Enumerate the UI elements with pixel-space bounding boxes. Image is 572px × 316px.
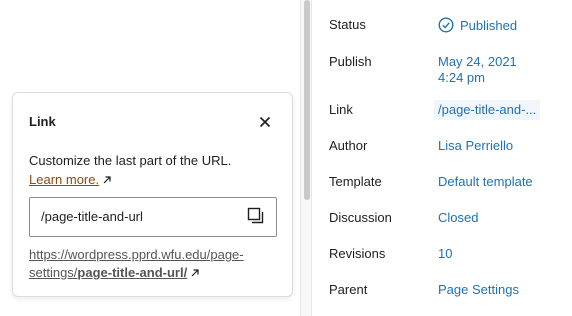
link-popover: Link Customize the last part of the URL.… xyxy=(12,92,293,297)
publish-date: May 24, 2021 xyxy=(438,54,517,69)
page-settings-panel: Status Published Publish May 24, 2021 4:… xyxy=(312,0,572,316)
link-value[interactable]: /page-title-and-... xyxy=(434,100,541,120)
publish-value[interactable]: May 24, 2021 4:24 pm xyxy=(438,54,517,86)
revisions-value[interactable]: 10 xyxy=(438,246,452,262)
publish-time: 4:24 pm xyxy=(438,70,485,85)
external-link-icon xyxy=(191,269,199,277)
discussion-value[interactable]: Closed xyxy=(438,210,478,226)
parent-label: Parent xyxy=(329,282,368,297)
status-value[interactable]: Published xyxy=(438,17,517,34)
help-text-label: Customize the last part of the URL. xyxy=(29,153,232,168)
discussion-label: Discussion xyxy=(329,210,392,225)
learn-more-link[interactable]: Learn more. xyxy=(29,172,99,187)
slug-value[interactable]: /page-title-and-url xyxy=(41,209,143,224)
scrollbar[interactable] xyxy=(300,0,312,316)
copy-icon xyxy=(247,207,264,224)
parent-value[interactable]: Page Settings xyxy=(438,282,519,298)
status-text: Published xyxy=(460,18,518,33)
popover-title: Link xyxy=(29,114,56,129)
url-slug: page-title-and-url/ xyxy=(77,265,188,280)
close-icon xyxy=(259,116,271,128)
template-value[interactable]: Default template xyxy=(438,174,533,190)
external-link-icon xyxy=(103,176,111,184)
full-url: https://wordpress.pprd.wfu.edu/page-sett… xyxy=(29,246,279,282)
link-label: Link xyxy=(329,102,353,117)
slug-input[interactable]: /page-title-and-url xyxy=(29,197,277,237)
scrollbar-thumb[interactable] xyxy=(304,0,310,200)
publish-label: Publish xyxy=(329,54,372,69)
close-button[interactable] xyxy=(253,110,277,134)
status-label: Status xyxy=(329,17,366,32)
copy-button[interactable] xyxy=(247,207,267,227)
template-label: Template xyxy=(329,174,382,189)
author-value[interactable]: Lisa Perriello xyxy=(438,138,513,154)
revisions-label: Revisions xyxy=(329,246,386,261)
author-label: Author xyxy=(329,138,368,153)
help-text: Customize the last part of the URL. Lear… xyxy=(29,151,279,189)
published-check-icon xyxy=(438,17,454,33)
full-url-link[interactable]: https://wordpress.pprd.wfu.edu/page-sett… xyxy=(29,247,244,280)
